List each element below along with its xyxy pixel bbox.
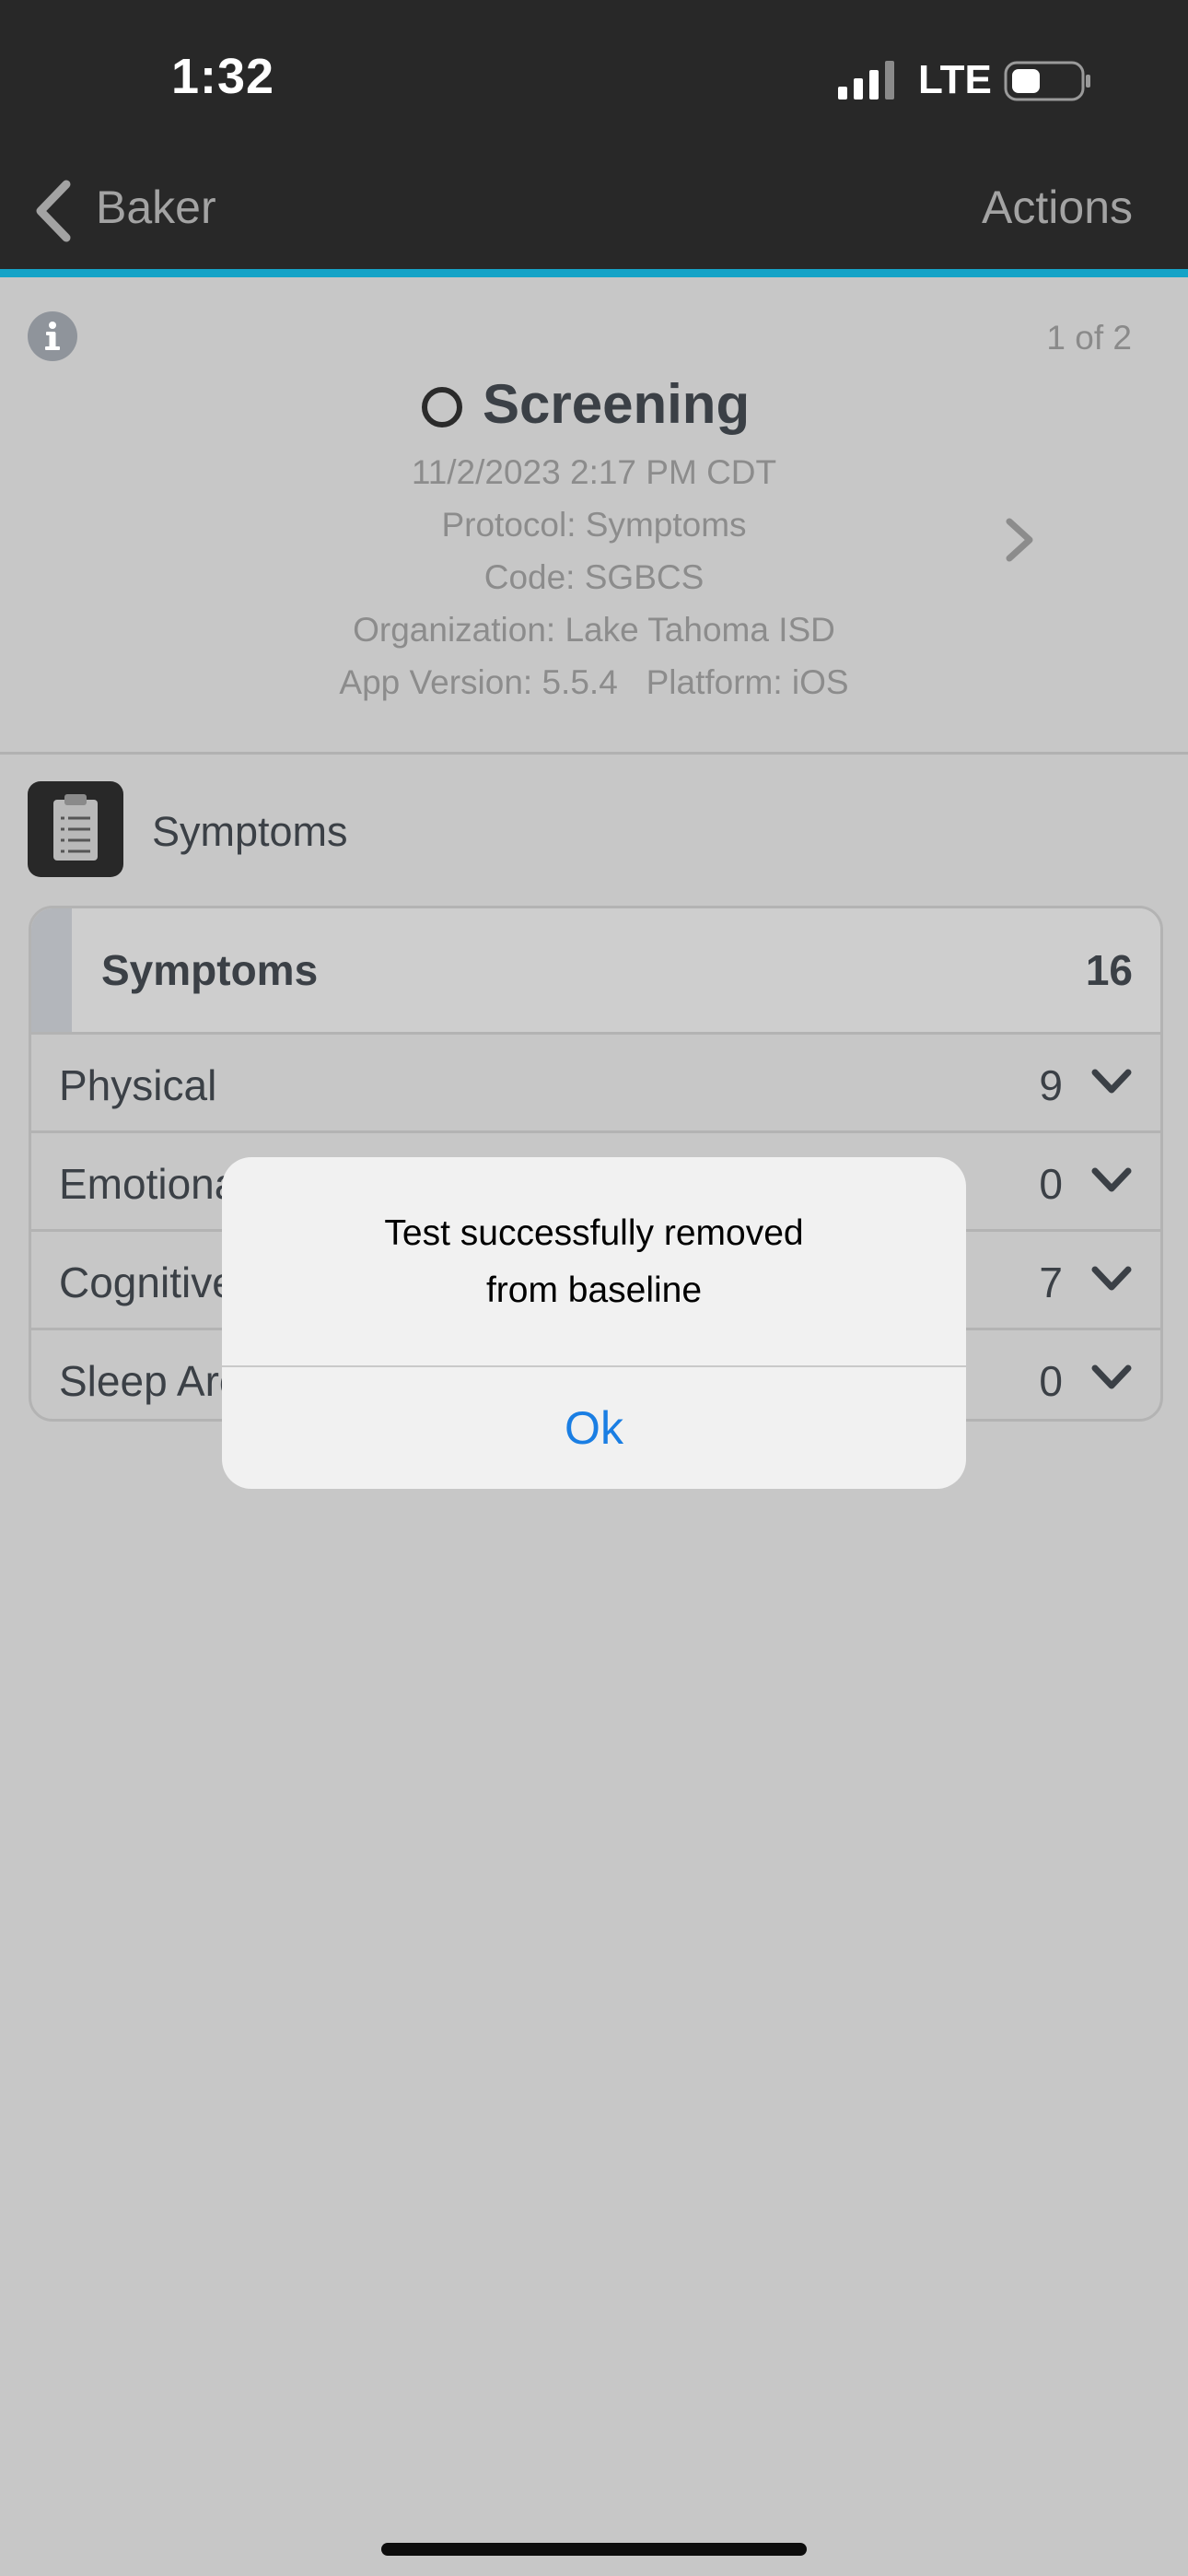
test-title: Screening (483, 373, 751, 435)
chevron-down-icon[interactable] (1090, 1165, 1133, 1196)
network-type: LTE (918, 57, 992, 102)
card-header-bar (31, 908, 72, 1032)
next-chevron-icon[interactable] (1004, 516, 1035, 564)
alert-message: Test successfully removed from baseline (222, 1205, 966, 1319)
back-button[interactable]: Baker (96, 181, 216, 234)
home-indicator[interactable] (381, 2543, 807, 2556)
symptom-row-value: 7 (1039, 1259, 1063, 1306)
test-app-version: App Version: 5.5.4 Platform: iOS (339, 663, 849, 701)
card-header: Symptoms 16 (31, 908, 1160, 1035)
test-code: Code: SGBCS (483, 558, 705, 596)
chevron-down-icon[interactable] (1090, 1263, 1133, 1294)
actions-button[interactable]: Actions (982, 181, 1133, 234)
test-organization: Organization: Lake Tahoma ISD (353, 611, 835, 649)
ok-button[interactable]: Ok (222, 1367, 966, 1489)
nav-accent-line (0, 269, 1188, 277)
battery-icon (1004, 61, 1090, 101)
alert-message-line-1: Test successfully removed (384, 1213, 804, 1253)
protocol-icon (28, 781, 123, 877)
symptom-row-label: Cognitive (59, 1259, 236, 1306)
page-indicator: 1 of 2 (1046, 319, 1132, 357)
chevron-down-icon[interactable] (1090, 1362, 1133, 1393)
incomplete-status-icon (422, 387, 462, 427)
alert-message-line-2: from baseline (485, 1270, 703, 1310)
status-time: 1:32 (171, 49, 275, 104)
symptom-row-value: 0 (1039, 1160, 1063, 1208)
header-divider (0, 752, 1188, 755)
symptom-row-label: Emotional (59, 1160, 248, 1208)
clipboard-icon (53, 794, 98, 861)
chevron-down-icon[interactable] (1090, 1066, 1133, 1097)
section-title: Symptoms (152, 808, 348, 855)
symptom-row-label: Physical (59, 1061, 217, 1109)
symptom-row-physical[interactable]: Physical 9 (31, 1035, 1160, 1133)
info-icon[interactable] (28, 311, 77, 361)
test-datetime: 11/2/2023 2:17 PM CDT (411, 453, 777, 491)
symptom-row-value: 0 (1039, 1357, 1063, 1405)
card-header-title: Symptoms (101, 946, 319, 994)
symptom-row-value: 9 (1039, 1061, 1063, 1109)
cellular-signal-icon (838, 61, 894, 100)
back-chevron-icon[interactable] (31, 179, 74, 243)
card-header-total: 16 (1085, 946, 1133, 994)
alert-dialog: Test successfully removed from baseline … (222, 1157, 966, 1489)
